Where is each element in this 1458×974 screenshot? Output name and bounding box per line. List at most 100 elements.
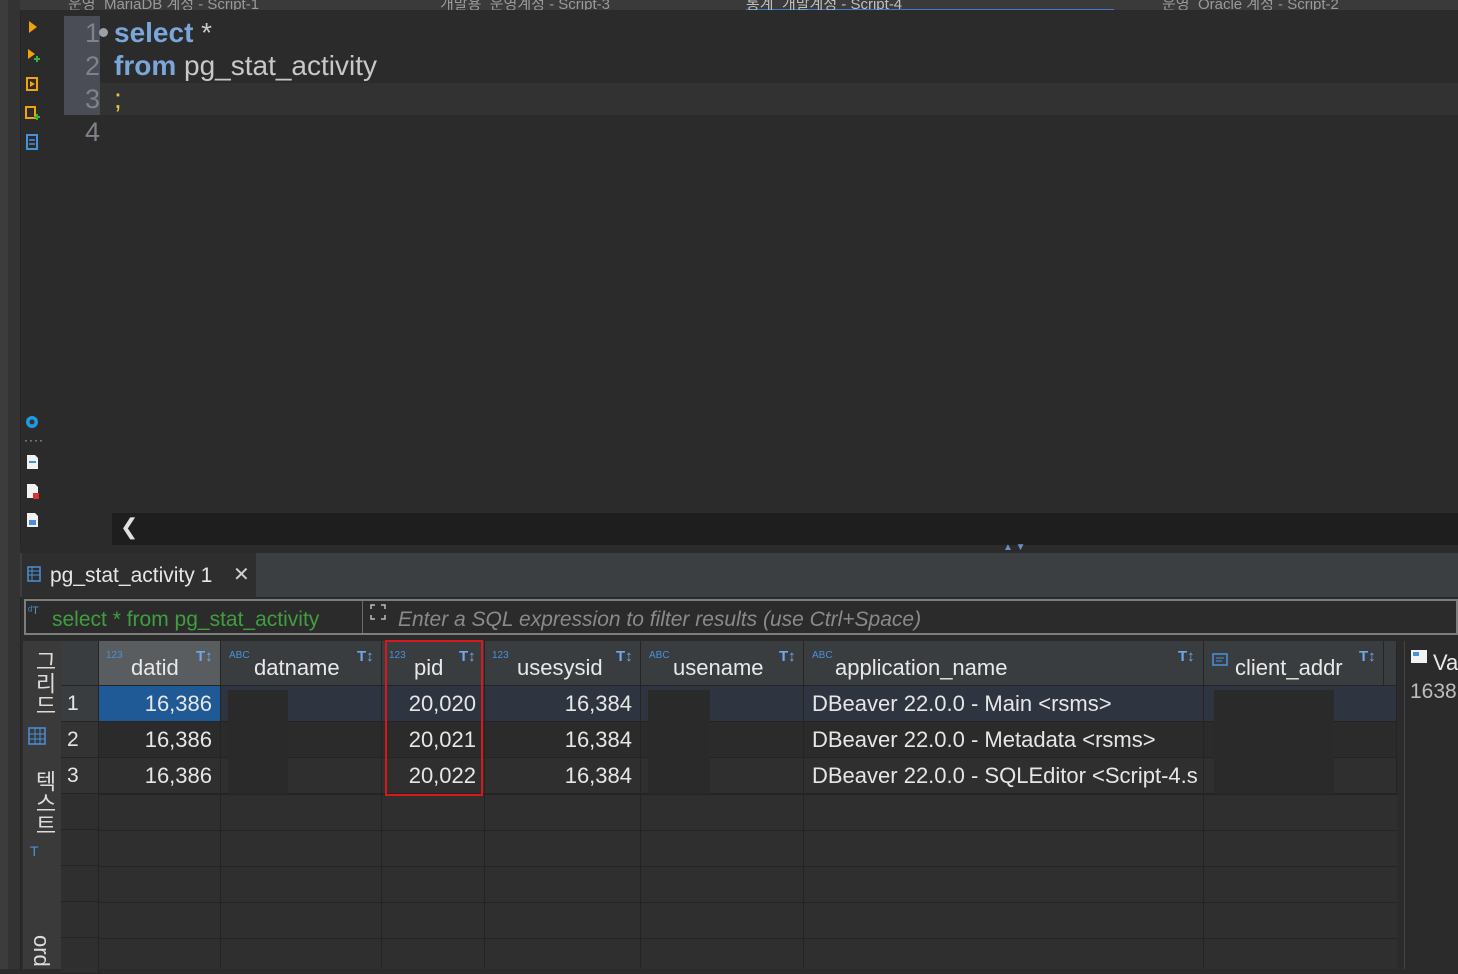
tab-script-4[interactable]: 통계_개발계정 - Script-4 xyxy=(746,0,1114,10)
expand-icon[interactable] xyxy=(369,603,387,621)
side-tab-grid[interactable]: 그리드 xyxy=(28,650,60,716)
code-text: * xyxy=(193,17,213,48)
left-strip xyxy=(0,0,8,969)
value-panel-value: 1638 xyxy=(1410,680,1457,703)
execute-script-new-tab-icon[interactable] xyxy=(23,104,41,122)
grid-line xyxy=(1203,794,1204,969)
delete-file-icon[interactable] xyxy=(23,482,41,500)
number-type-icon: 123 xyxy=(106,650,123,661)
horizontal-scrollbar[interactable] xyxy=(112,513,1458,545)
pid-column-highlight xyxy=(385,640,483,796)
string-type-icon: ABC xyxy=(229,650,250,661)
execute-new-tab-icon[interactable] xyxy=(23,46,41,64)
execute-statement-icon[interactable] xyxy=(23,18,41,36)
column-name: application_name xyxy=(835,655,1008,680)
sql-keyword: select xyxy=(114,17,194,48)
panel-splitter[interactable] xyxy=(20,545,1458,553)
editor-tab-bar: 운영_MariaDB 계정 - Script-1 개발용_운영계정 - Scri… xyxy=(20,0,1458,10)
cell-usesysid[interactable]: 16,384 xyxy=(485,758,641,794)
network-type-icon xyxy=(1212,653,1228,666)
grid-line xyxy=(803,794,804,969)
explain-plan-icon[interactable] xyxy=(23,133,41,151)
sort-filter-icon[interactable]: T↕ xyxy=(1178,648,1195,665)
sort-filter-icon[interactable]: T↕ xyxy=(1359,648,1376,665)
tab-script-3[interactable]: 개발용_운영계정 - Script-3 xyxy=(440,0,610,10)
close-icon[interactable]: ✕ xyxy=(233,562,250,587)
sort-filter-icon[interactable]: T↕ xyxy=(616,648,633,665)
cell-datid[interactable]: 16,386 xyxy=(99,686,221,722)
line-number: 4 xyxy=(84,117,100,147)
more-dots-icon[interactable]: ···· xyxy=(24,433,44,447)
execute-script-icon[interactable] xyxy=(23,75,41,93)
column-name: usesysid xyxy=(517,655,603,680)
column-header-datname[interactable]: ABC datname T↕ xyxy=(221,641,382,686)
side-tab-record[interactable]: ord xyxy=(28,935,54,967)
code-line-3[interactable]: ; xyxy=(114,83,122,115)
string-type-icon: ABC xyxy=(812,650,833,661)
current-line-highlight xyxy=(100,83,1458,115)
cell-application-name[interactable]: DBeaver 22.0.0 - Main <rsms> xyxy=(804,686,1204,722)
sql-text-icon: ᵈT xyxy=(28,605,39,617)
sort-filter-icon[interactable]: T↕ xyxy=(196,648,213,665)
cell-datid[interactable]: 16,386 xyxy=(99,722,221,758)
code-line-2[interactable]: from pg_stat_activity xyxy=(114,50,377,82)
column-header-more[interactable] xyxy=(1384,641,1397,686)
filter-separator xyxy=(362,601,363,633)
column-header-usename[interactable]: ABC usename T↕ xyxy=(641,641,804,686)
grid-icon[interactable] xyxy=(28,727,46,745)
grid-line xyxy=(640,794,641,969)
column-header-datid[interactable]: 123 datid T↕ xyxy=(99,641,221,686)
grid-line xyxy=(220,794,221,969)
row-number[interactable]: 3 xyxy=(61,758,99,794)
value-panel-icon[interactable] xyxy=(1410,648,1428,666)
empty-row-header xyxy=(61,794,99,830)
grid-line xyxy=(381,794,382,969)
column-name: datname xyxy=(254,655,340,680)
cell-datid[interactable]: 16,386 xyxy=(99,758,221,794)
splitter-arrows-icon[interactable]: ▲ ▼ xyxy=(1003,542,1026,553)
text-view-icon[interactable]: T xyxy=(30,843,39,859)
sql-keyword: from xyxy=(114,50,177,81)
line-number: 3 xyxy=(84,84,100,114)
column-header-usesysid[interactable]: 123 usesysid T↕ xyxy=(485,641,641,686)
save-file-icon[interactable] xyxy=(23,453,41,471)
code-text: ; xyxy=(114,83,122,114)
column-name: datid xyxy=(131,655,179,680)
tab-script-1[interactable]: 운영_MariaDB 계정 - Script-1 xyxy=(68,0,259,10)
fold-marker-icon[interactable] xyxy=(99,28,108,37)
scroll-left-icon[interactable]: ❮ xyxy=(120,514,138,540)
row-number[interactable]: 1 xyxy=(61,686,99,722)
column-name: usename xyxy=(673,655,764,680)
side-tab-text[interactable]: 텍스트 xyxy=(28,770,60,836)
sort-filter-icon[interactable]: T↕ xyxy=(357,648,374,665)
row-number[interactable]: 2 xyxy=(61,722,99,758)
empty-row-header xyxy=(61,830,99,866)
column-header-client-addr[interactable]: client_addr T↕ xyxy=(1204,641,1384,686)
number-type-icon: 123 xyxy=(492,650,509,661)
column-header-application-name[interactable]: ABC application_name T↕ xyxy=(804,641,1204,686)
code-line-1[interactable]: select * xyxy=(114,17,212,49)
grid-corner[interactable] xyxy=(61,641,99,686)
cell-application-name[interactable]: DBeaver 22.0.0 - SQLEditor <Script-4.s xyxy=(804,758,1204,794)
string-type-icon: ABC xyxy=(649,650,670,661)
empty-row-header xyxy=(61,866,99,902)
redacted-area xyxy=(648,690,710,794)
tab-script-2[interactable]: 운영_Oracle 계정 - Script-2 xyxy=(1162,0,1339,10)
empty-row-header xyxy=(61,902,99,938)
filter-query-text: select * from pg_stat_activity xyxy=(52,608,320,631)
export-file-icon[interactable] xyxy=(23,511,41,529)
value-panel-title: Va xyxy=(1433,650,1458,675)
line-number: 2 xyxy=(84,51,100,81)
code-text: pg_stat_activity xyxy=(176,50,378,81)
results-tab-label: pg_stat_activity 1 xyxy=(50,564,213,587)
sort-filter-icon[interactable]: T↕ xyxy=(779,648,796,665)
settings-gear-icon[interactable] xyxy=(23,413,41,431)
redacted-area xyxy=(228,690,288,794)
redacted-area xyxy=(1214,690,1334,794)
grid-line xyxy=(484,794,485,969)
filter-input[interactable]: Enter a SQL expression to filter results… xyxy=(398,608,921,632)
table-icon xyxy=(27,566,41,582)
cell-application-name[interactable]: DBeaver 22.0.0 - Metadata <rsms> xyxy=(804,722,1204,758)
cell-usesysid[interactable]: 16,384 xyxy=(485,722,641,758)
cell-usesysid[interactable]: 16,384 xyxy=(485,686,641,722)
